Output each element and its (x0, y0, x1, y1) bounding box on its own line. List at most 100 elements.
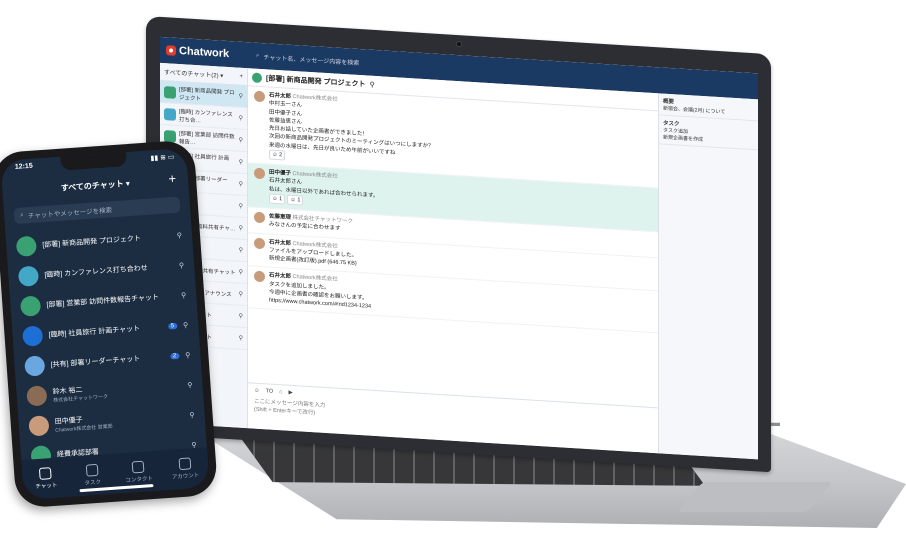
sender-name[interactable]: 田中優子 (269, 170, 291, 177)
to-icon[interactable]: TO (266, 388, 274, 394)
reaction-badge[interactable]: ☺ 1 (287, 194, 304, 206)
sender-name[interactable]: 石井太郎 (269, 93, 291, 100)
pin-icon[interactable]: ⚲ (183, 321, 189, 329)
pin-icon[interactable]: ⚲ (239, 181, 243, 188)
phone-tab[interactable]: アカウント (164, 456, 205, 481)
phone-room-list: [部署] 新商品開発 プロジェクト ⚲ [臨時] カンファレンス打ち合わせ ⚲ … (5, 220, 207, 472)
phone-room-text: [部署] 新商品開発 プロジェクト (42, 232, 159, 250)
search-icon: ⌕ (19, 211, 25, 219)
chatwork-logo-icon (166, 45, 176, 56)
reaction-badge[interactable]: ☺ 1 (269, 193, 286, 205)
room-info-panel: 概要 新宿会、会議(2月) について タスク タスク追加 新規企画書を作成 (658, 93, 758, 460)
pin-icon[interactable]: ⚲ (185, 351, 191, 359)
overview-text: 新宿会、会議(2月) について (663, 105, 726, 116)
video-icon[interactable]: ▶ (289, 390, 293, 396)
pin-icon[interactable]: ⚲ (179, 261, 185, 269)
avatar[interactable] (254, 237, 265, 249)
sender-name[interactable]: 石井太郎 (269, 273, 291, 280)
pin-icon[interactable]: ⚲ (189, 411, 195, 419)
message-composer[interactable]: ☺ TO ⌂ ▶ ここにメッセージ内容を入力 (Shift + Enterキーで… (248, 382, 658, 454)
room-icon (15, 235, 38, 257)
tab-label: タスク (84, 479, 102, 487)
search-input[interactable]: チャット名、メッセージ内容を検索 (263, 52, 359, 67)
pin-icon[interactable]: ⚲ (239, 159, 243, 166)
emoji-icon[interactable]: ☺ (254, 388, 260, 394)
room-filter-label[interactable]: すべてのチャット(2) ▾ (164, 67, 223, 80)
phone-tab[interactable]: タスク (72, 463, 113, 488)
room-icon (19, 295, 42, 317)
pin-icon[interactable]: ⚲ (239, 291, 243, 298)
phone-search-input[interactable]: チャットやメッセージを検索 (28, 204, 113, 220)
phone-room-text: [臨時] カンファレンス打ち合わせ (44, 262, 161, 280)
reaction-badge[interactable]: ☺ 2 (269, 149, 286, 161)
message-body: 佐藤恵理 株式会社チャットワーク みなさんの予定に合わせます (269, 213, 353, 235)
app-logo-text: Chatwork (179, 45, 230, 61)
pin-icon[interactable]: ⚲ (239, 313, 243, 320)
phone-title-text[interactable]: すべてのチャット ▾ (60, 178, 130, 194)
sender-name[interactable]: 石井太郎 (269, 239, 291, 246)
phone-room-text: 鈴木 裕二 株式会社チャットワーク (52, 378, 170, 403)
laptop-trackpad (677, 482, 833, 512)
phone-room-label: 鈴木 裕二 (52, 386, 83, 396)
room-icon (164, 85, 176, 99)
pin-icon[interactable]: ⚲ (239, 335, 243, 342)
room-icon (28, 415, 50, 437)
phone-room-label: 田中優子 (54, 416, 83, 426)
message-body: 石井太郎 Chatwork株式会社 ファイルをアップロードしました。 新規企画書(… (269, 238, 357, 268)
avatar[interactable] (254, 167, 265, 180)
pin-icon[interactable]: ⚲ (239, 247, 243, 254)
phone-room-text: [共有] 部署リーダーチャット (50, 352, 164, 370)
signal-battery-icon: ▮▮ ≋ ▭ (150, 153, 175, 163)
room-icon (21, 325, 44, 347)
tab-label: コンタクト (125, 476, 154, 484)
pin-icon[interactable]: ⚲ (181, 291, 187, 299)
app-logo[interactable]: Chatwork (160, 44, 248, 61)
sender-name[interactable]: 佐藤恵理 (269, 214, 291, 221)
search-icon: ⌕ (256, 52, 260, 59)
phone-room-label: [共有] 部署リーダーチャット (50, 355, 141, 369)
room-title: [部署] 新商品開発 プロジェクト (266, 74, 366, 88)
phone-room-label: [臨時] 社員旅行 計画チャット (48, 325, 141, 339)
pin-icon[interactable]: ⚲ (239, 203, 243, 210)
phone-room-text: 田中優子 Chatwork株式会社 営業部 (54, 408, 172, 433)
add-room-button[interactable]: + (239, 73, 243, 79)
task-section: タスク タスク追加 新規企画書を作成 (659, 115, 758, 151)
pin-icon[interactable]: ⚲ (239, 115, 243, 122)
tab-label: アカウント (171, 472, 200, 481)
phone-tab[interactable]: コンタクト (118, 460, 159, 485)
phone-search-bar[interactable]: ⌕ チャットやメッセージを検索 (13, 196, 181, 225)
phone-room-label: [部署] 新商品開発 プロジェクト (42, 235, 142, 250)
tab-icon (131, 460, 145, 474)
pin-icon[interactable]: ⚲ (239, 269, 243, 276)
pin-icon[interactable]: ⚲ (177, 231, 183, 239)
sidebar-room-label: [臨時] カンファレンス打ち合… (179, 108, 233, 124)
pin-icon[interactable]: ⚲ (239, 225, 243, 232)
phone-add-button[interactable]: + (168, 171, 177, 186)
pin-icon[interactable]: ⚲ (239, 93, 243, 100)
message-body: 田中優子 Chatwork株式会社 石井太郎さん 私は、水曜日以外であれば合わせら… (269, 169, 378, 211)
avatar[interactable] (254, 211, 265, 224)
pin-icon[interactable]: ⚲ (239, 137, 243, 144)
room-icon (24, 355, 46, 377)
avatar[interactable] (254, 90, 265, 103)
pin-icon[interactable]: ⚲ (187, 381, 193, 389)
attach-icon[interactable]: ⌂ (279, 389, 282, 395)
tab-icon (178, 457, 192, 471)
tab-icon (39, 467, 52, 480)
status-time: 12:15 (14, 162, 33, 171)
room-icon (164, 107, 176, 121)
tab-icon (85, 463, 99, 477)
phone-title[interactable]: すべてのチャット ▾ (2, 174, 188, 198)
phone-tab[interactable]: チャット (25, 466, 66, 491)
room-icon (17, 265, 40, 287)
tab-label: チャット (35, 482, 58, 491)
pin-icon[interactable]: ⚲ (370, 80, 375, 88)
avatar[interactable] (254, 270, 265, 283)
search-bar[interactable]: ⌕ チャット名、メッセージ内容を検索 (248, 51, 359, 67)
sidebar-room-label: [部署] 新商品開発 プロジェクト (179, 86, 235, 102)
message-body: 石井太郎 Chatwork株式会社 中村玉一さん 田中優子さん 佐藤益恵さん 先日お話… (269, 92, 434, 170)
phone-room-label: [臨時] カンファレンス打ち合わせ (44, 264, 148, 280)
phone-room-text: [臨時] 社員旅行 計画チャット (48, 322, 162, 340)
message-body: 石井太郎 Chatwork株式会社 タスクを追加しました。 今週中に企画書の確認を… (269, 272, 371, 311)
phone-room-label: [部署] 営業部 訪問件数報告チャット (46, 294, 160, 310)
